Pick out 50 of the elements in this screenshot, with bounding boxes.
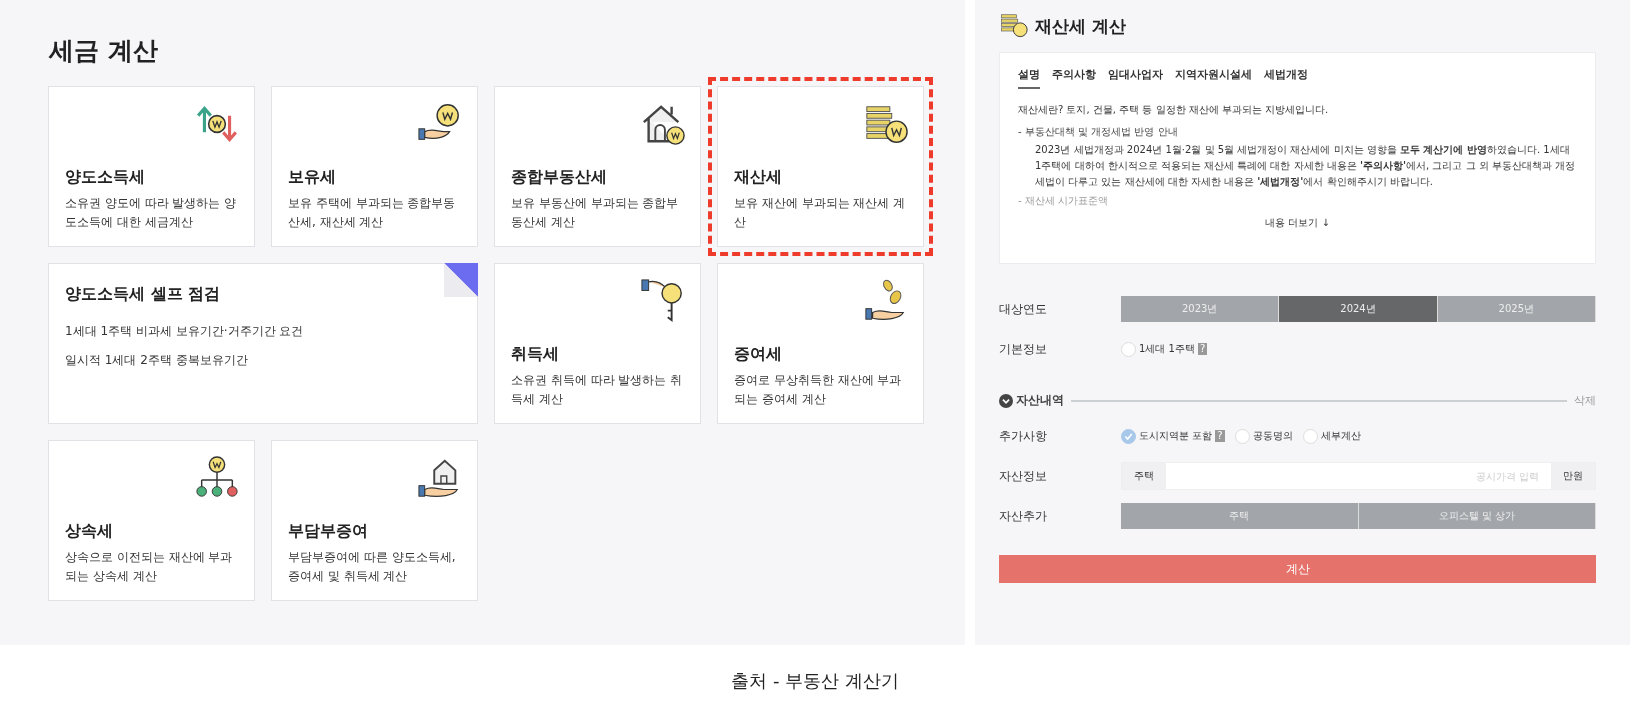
card-title: 재산세 bbox=[734, 167, 783, 188]
card-description: 부담부증여에 따른 양도소득세, 증여세 및 취득세 계산 bbox=[288, 549, 457, 586]
radio-button[interactable] bbox=[1302, 428, 1318, 444]
field-label: 자산추가 bbox=[999, 507, 1048, 525]
tab[interactable]: 설명 bbox=[1018, 67, 1040, 89]
card-title: 종합부동산세 bbox=[511, 167, 608, 188]
card-description: 소유권 취득에 따라 발생하는 취득세 계산 bbox=[511, 372, 684, 409]
card-text: 1세대 1주택 비과세 보유기간·거주기간 요건 bbox=[65, 323, 305, 340]
radio-button[interactable] bbox=[1121, 428, 1136, 444]
page-title: 세금 계산 bbox=[49, 35, 159, 67]
more-button[interactable]: 내용 더보기 ↓ bbox=[1265, 216, 1330, 230]
section-heading: - 부동산대책 및 개정세법 반영 안내 bbox=[1018, 125, 1179, 139]
card-description: 보유 부동산에 부과되는 종합부동산세 계산 bbox=[511, 195, 680, 232]
notice-text: 2023년 세법개정과 2024년 1월·2월 및 5월 세법개정이 재산세에 미치는 영향을 모두 계산기에 반영하였습니다. 1세대 1주택에 대하여 한시적으로 적용되는 재산세 특례에 대한 자세한 내용은 '주의사항'에서, 그리고 그 외 부동산대책과 개정세법이 다루고 있는 재산세에 대한 자세한 내용은 '세법개정'에서 확인해주시기 바랍니다. bbox=[1035, 143, 1577, 189]
intro-text: 재산세란? 토지, 건물, 주택 등 일정한 재산에 부과되는 지방세입니다. bbox=[1018, 103, 1330, 117]
collapse-icon[interactable] bbox=[999, 393, 1013, 408]
card-title: 보유세 bbox=[288, 167, 337, 188]
section-title: 자산내역 bbox=[1016, 392, 1064, 409]
field-label: 기본정보 bbox=[999, 340, 1048, 358]
tab[interactable]: 주의사항 bbox=[1052, 67, 1096, 89]
field-label: 추가사항 bbox=[999, 427, 1048, 445]
caption: 출처 - 부동산 계산기 bbox=[730, 669, 900, 693]
card-description: 보유 재산에 부과되는 재산세 계산 bbox=[734, 195, 907, 232]
option-label: 세부계산 bbox=[1320, 429, 1361, 443]
card-description: 소유권 양도에 따라 발생하는 양도소득에 대한 세금계산 bbox=[65, 195, 238, 232]
card-title: 양도소득세 셀프 점검 bbox=[65, 284, 222, 305]
card-description: 상속으로 이전되는 재산에 부과되는 상속세 계산 bbox=[65, 549, 234, 586]
card-description: 증여로 무상취득한 재산에 부과되는 증여세 계산 bbox=[734, 372, 903, 409]
option-label: 1세대 1주택 bbox=[1139, 342, 1195, 356]
card-description: 보유 주택에 부과되는 종합부동산세, 재산세 계산 bbox=[288, 195, 457, 232]
card-title: 증여세 bbox=[734, 344, 783, 365]
radio-button[interactable] bbox=[1234, 428, 1250, 444]
tab[interactable]: 세법개정 bbox=[1264, 67, 1308, 89]
tab[interactable]: 임대사업자 bbox=[1108, 67, 1163, 89]
corner-fold-icon bbox=[444, 263, 478, 297]
card-title: 취득세 bbox=[511, 344, 560, 365]
faded-heading: - 재산세 시가표준액 bbox=[1018, 194, 1109, 208]
tax-card[interactable]: 재산세 보유 재산에 부과되는 재산세 계산 bbox=[708, 77, 933, 256]
option-label: 공동명의 bbox=[1252, 429, 1293, 443]
field-label: 자산정보 bbox=[999, 467, 1048, 485]
card-title: 상속세 bbox=[65, 521, 114, 542]
card-title: 양도소득세 bbox=[65, 167, 146, 188]
tab[interactable]: 지역자원시설세 bbox=[1175, 67, 1252, 89]
option-label: 도시지역분 포함 bbox=[1139, 429, 1213, 443]
panel-title: 재산세 계산 bbox=[1035, 14, 1126, 38]
year-button[interactable]: 2024년 bbox=[1279, 296, 1438, 322]
radio-button[interactable] bbox=[1121, 341, 1136, 357]
card-title: 부담부증여 bbox=[288, 521, 369, 542]
card-text: 일시적 1세대 2주택 중복보유기간 bbox=[65, 352, 249, 369]
field-label: 대상연도 bbox=[999, 300, 1048, 318]
